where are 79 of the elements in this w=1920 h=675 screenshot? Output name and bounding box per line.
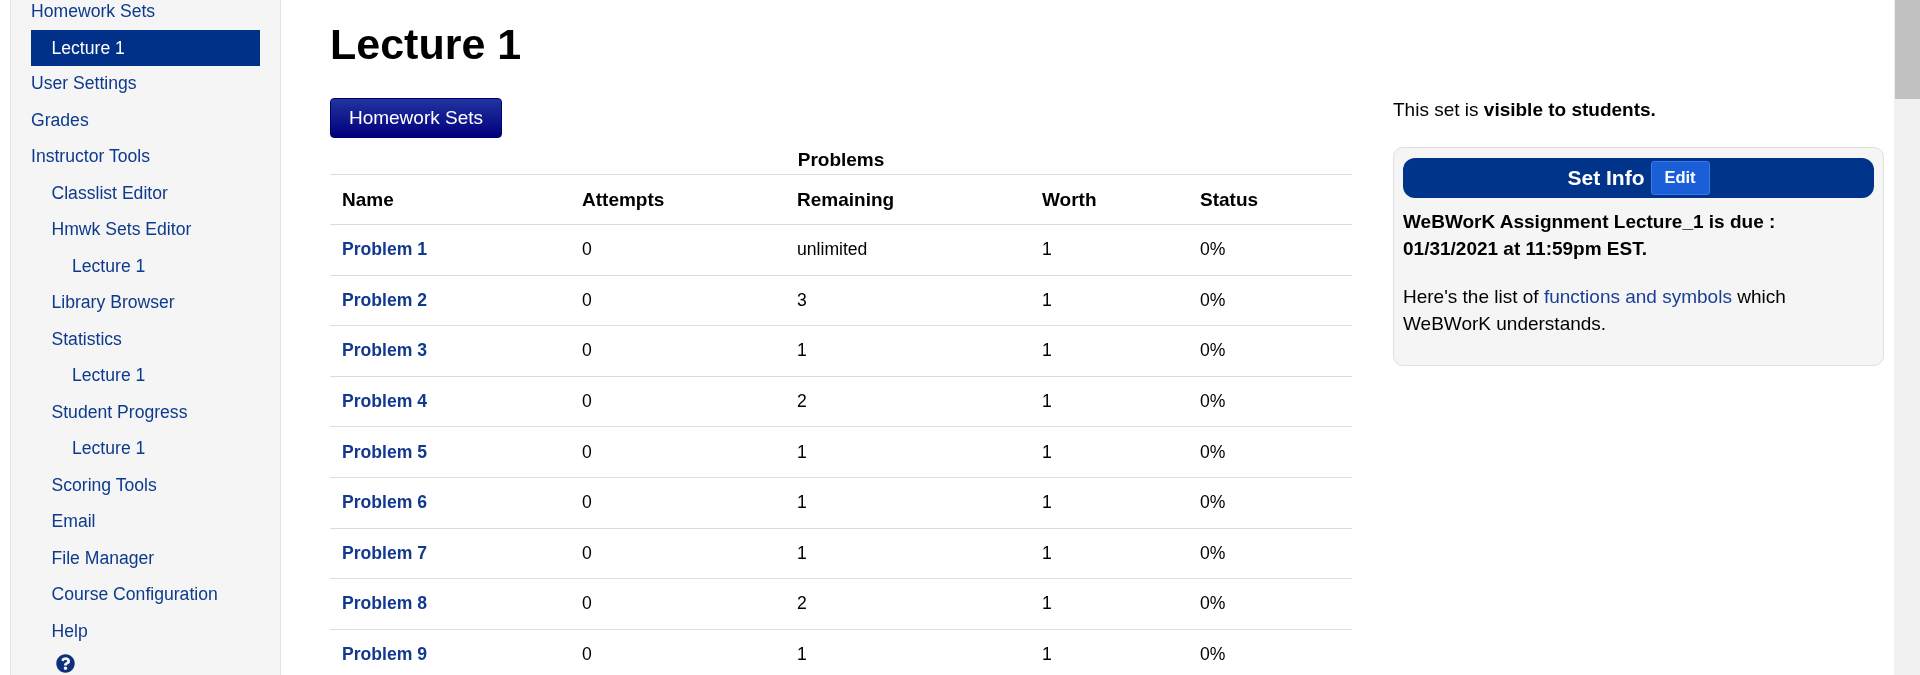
problem-link[interactable]: Problem 1 (342, 239, 428, 260)
table-cell: 1 (1030, 477, 1188, 529)
set-info-title: Set Info (1567, 165, 1645, 190)
sidebar-link[interactable]: Grades (31, 109, 89, 130)
problem-link[interactable]: Problem 2 (342, 289, 428, 310)
table-cell: 2 (785, 376, 1030, 427)
table-cell: unlimited (785, 224, 1030, 276)
table-cell: 1 (1030, 275, 1188, 326)
visibility-note: This set is visible to students. (1393, 98, 1657, 122)
problem-link[interactable]: Problem 6 (342, 492, 428, 513)
help-paragraph: Here's the list of functions and symbols which WeBWorK understands. (1403, 284, 1787, 336)
table-cell: 0% (1188, 629, 1352, 675)
table-cell: 1 (785, 426, 1030, 478)
table-cell: 0 (570, 224, 785, 276)
sidebar-link[interactable]: Student Progress (51, 401, 188, 422)
table-cell: 1 (785, 477, 1030, 529)
column-header: Remaining (785, 174, 1030, 225)
sidebar-link[interactable]: Scoring Tools (51, 474, 157, 495)
problem-link[interactable]: Problem 9 (342, 644, 428, 665)
problem-link[interactable]: Problem 7 (342, 542, 428, 563)
sidebar-link[interactable]: Help (51, 620, 88, 641)
column-header: Name (330, 174, 570, 225)
table-cell: 0 (570, 629, 785, 675)
sidebar-link[interactable]: Classlist Editor (51, 182, 168, 203)
sidebar-link[interactable]: Email (51, 511, 96, 532)
problem-link[interactable]: Problem 4 (342, 391, 428, 412)
sidebar-link[interactable]: Library Browser (51, 292, 175, 313)
table-cell: 2 (785, 578, 1030, 630)
help-icon[interactable] (56, 654, 75, 673)
problem-link[interactable]: Problem 3 (342, 340, 428, 361)
table-cell: 0 (570, 376, 785, 427)
table-cell: 1 (1030, 325, 1188, 377)
table-cell: 0 (570, 325, 785, 377)
table-cell: 3 (785, 275, 1030, 326)
sidebar-link[interactable]: Homework Sets (31, 1, 156, 22)
table-cell: 1 (785, 629, 1030, 675)
table-cell: 0% (1188, 275, 1352, 326)
table-cell: 0% (1188, 224, 1352, 276)
table-cell: 1 (785, 325, 1030, 377)
table-cell: 1 (1030, 376, 1188, 427)
table-cell: 0 (570, 528, 785, 579)
table-cell: 1 (785, 528, 1030, 579)
sidebar-link[interactable]: Instructor Tools (31, 146, 150, 167)
table-caption: Problems (796, 148, 886, 172)
table-cell: 0 (570, 578, 785, 630)
column-header: Attempts (570, 174, 785, 225)
table-cell: 0% (1188, 528, 1352, 579)
table-cell: 0% (1188, 477, 1352, 529)
table-cell: 1 (1030, 629, 1188, 675)
table-cell: 0 (570, 426, 785, 478)
column-header: Worth (1030, 174, 1188, 225)
page-title: Lecture 1 (330, 19, 523, 69)
table-cell: 1 (1030, 528, 1188, 579)
scrollbar-thumb[interactable] (1895, 0, 1920, 99)
sidebar-link[interactable]: Statistics (51, 328, 122, 349)
table-cell: 0% (1188, 376, 1352, 427)
sidebar-link[interactable]: User Settings (31, 73, 137, 94)
sidebar-link[interactable]: Lecture 1 (72, 438, 146, 459)
sidebar-link[interactable]: Lecture 1 (72, 255, 146, 276)
sidebar-link[interactable]: File Manager (51, 547, 155, 568)
due-date-text: WeBWorK Assignment Lecture_1 is due : 01/31/2021 at 11:59pm EST. (1403, 209, 1777, 261)
table-cell: 0 (570, 477, 785, 529)
functions-link[interactable]: functions and symbols (1543, 285, 1732, 307)
table-cell: 0% (1188, 426, 1352, 478)
table-cell: 0% (1188, 578, 1352, 630)
table-cell: 1 (1030, 426, 1188, 478)
table-cell: 0 (570, 275, 785, 326)
edit-button[interactable]: Edit (1650, 160, 1710, 195)
table-cell: 0% (1188, 325, 1352, 377)
sidebar-link[interactable]: Hmwk Sets Editor (51, 219, 192, 240)
problem-link[interactable]: Problem 8 (342, 593, 428, 614)
sidebar-link[interactable]: Lecture 1 (72, 365, 146, 386)
column-header: Status (1188, 174, 1352, 225)
homework-sets-button[interactable]: Homework Sets (330, 98, 502, 138)
table-cell: 1 (1030, 224, 1188, 276)
sidebar-link[interactable]: Course Configuration (51, 584, 218, 605)
sidebar-link[interactable]: Lecture 1 (31, 30, 260, 66)
problem-link[interactable]: Problem 5 (342, 441, 428, 462)
table-cell: 1 (1030, 578, 1188, 630)
